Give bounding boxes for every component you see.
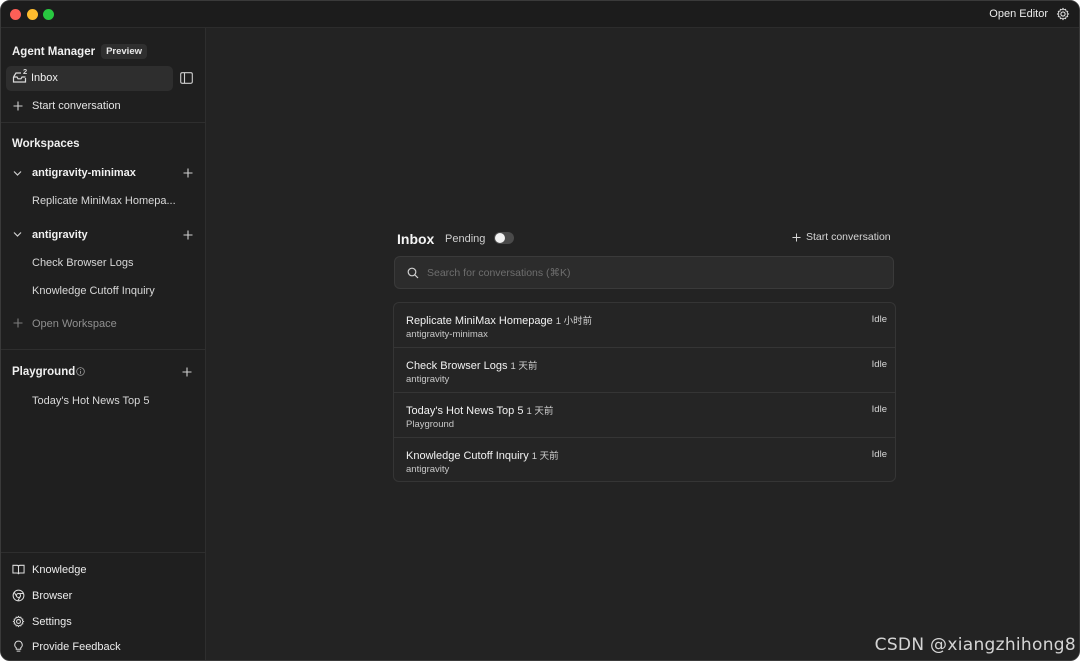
- sidebar-header: Agent Manager Preview: [12, 44, 147, 59]
- conversation-title: Check Browser Logs: [406, 360, 508, 372]
- playground-item[interactable]: Today's Hot News Top 5: [32, 395, 184, 407]
- add-conversation-icon[interactable]: [183, 168, 193, 178]
- conversation-time: 1 天前: [526, 406, 554, 417]
- page-title: Inbox: [397, 231, 435, 247]
- conversation-row[interactable]: Knowledge Cutoff Inquiry 1 天前 antigravity…: [394, 438, 895, 481]
- sidebar-conversation-item[interactable]: Replicate MiniMax Homepa...: [32, 195, 184, 207]
- status-badge: Idle: [871, 359, 887, 370]
- conversation-row[interactable]: Replicate MiniMax Homepage 1 小时前 antigrav…: [394, 303, 895, 348]
- preview-badge: Preview: [101, 44, 147, 59]
- workspace-name[interactable]: antigravity: [32, 229, 88, 241]
- sidebar-item-inbox[interactable]: 2 Inbox: [6, 66, 173, 91]
- open-workspace-link[interactable]: Open Workspace: [32, 318, 117, 330]
- search-bar[interactable]: [394, 256, 894, 289]
- sidebar: Agent Manager Preview 2 Inbox Start conv…: [1, 28, 206, 660]
- sidebar-item-label: Knowledge: [32, 563, 87, 576]
- sidebar-item-feedback[interactable]: Provide Feedback: [12, 640, 121, 653]
- chevron-down-icon[interactable]: [13, 169, 22, 178]
- conversation-row[interactable]: Today's Hot News Top 51 天前 Playground Id…: [394, 393, 895, 438]
- start-conversation-label: Start conversation: [806, 231, 891, 243]
- conversation-title-line: Knowledge Cutoff Inquiry 1 天前: [406, 448, 559, 462]
- sidebar-item-knowledge[interactable]: Knowledge: [12, 563, 86, 576]
- minimize-window-button[interactable]: [27, 9, 38, 20]
- plus-icon: [13, 318, 23, 328]
- pending-toggle[interactable]: [494, 232, 514, 244]
- conversation-time: 1 天前: [531, 451, 559, 462]
- start-conversation-link[interactable]: Start conversation: [32, 100, 121, 112]
- divider: [1, 122, 205, 123]
- lightbulb-icon: [14, 640, 23, 652]
- add-playground-icon[interactable]: [182, 367, 192, 377]
- sidebar-item-settings[interactable]: Settings: [12, 615, 72, 628]
- info-icon[interactable]: [76, 367, 85, 376]
- sidebar-item-label: Provide Feedback: [32, 640, 121, 653]
- close-window-button[interactable]: [10, 9, 21, 20]
- status-badge: Idle: [871, 314, 887, 325]
- open-editor-button[interactable]: Open Editor: [989, 8, 1048, 20]
- book-icon: [12, 564, 25, 575]
- sidebar-item-browser[interactable]: Browser: [12, 589, 72, 602]
- sidebar-item-label: Inbox: [31, 72, 58, 84]
- conversation-title-line: Check Browser Logs 1 天前: [406, 358, 537, 372]
- search-input[interactable]: [427, 265, 867, 281]
- sidebar-item-label: Settings: [32, 615, 72, 628]
- pending-label: Pending: [445, 233, 486, 245]
- conversation-time: 1 小时前: [555, 316, 593, 327]
- conversation-title-line: Replicate MiniMax Homepage 1 小时前: [406, 313, 592, 327]
- sidebar-toggle-icon[interactable]: [180, 72, 193, 84]
- watermark: CSDN @xiangzhihong8: [874, 635, 1076, 655]
- conversation-row[interactable]: Check Browser Logs 1 天前 antigravity Idle: [394, 348, 895, 393]
- app-window: Open Editor Agent Manager Preview 2 Inbo…: [0, 0, 1080, 661]
- workspaces-heading: Workspaces: [12, 138, 80, 150]
- conversation-workspace: antigravity-minimax: [406, 329, 488, 340]
- toggle-knob: [495, 233, 505, 243]
- inbox-count-badge: 2: [23, 67, 28, 76]
- workspace-name[interactable]: antigravity-minimax: [32, 167, 136, 179]
- main-panel: Inbox Pending Start conversation Replica…: [206, 28, 1079, 660]
- conversation-title: Knowledge Cutoff Inquiry: [406, 450, 529, 462]
- add-conversation-icon[interactable]: [183, 230, 193, 240]
- status-badge: Idle: [871, 449, 887, 460]
- maximize-window-button[interactable]: [43, 9, 54, 20]
- conversation-title-line: Today's Hot News Top 51 天前: [406, 403, 553, 417]
- conversation-title: Replicate MiniMax Homepage: [406, 315, 553, 327]
- conversation-workspace: antigravity: [406, 374, 450, 385]
- conversation-workspace: Playground: [406, 419, 455, 430]
- conversation-list: Replicate MiniMax Homepage 1 小时前 antigrav…: [393, 302, 896, 482]
- conversation-title: Today's Hot News Top 5: [406, 405, 524, 417]
- sidebar-item-label: Browser: [32, 589, 73, 602]
- start-conversation-button[interactable]: Start conversation: [792, 231, 891, 243]
- sidebar-conversation-item[interactable]: Knowledge Cutoff Inquiry: [32, 285, 184, 297]
- title-bar: Open Editor: [1, 1, 1079, 28]
- plus-icon: [792, 232, 801, 242]
- divider: [1, 349, 205, 350]
- playground-heading: Playground: [12, 366, 76, 378]
- chevron-down-icon[interactable]: [13, 230, 22, 239]
- conversation-workspace: antigravity: [406, 464, 450, 475]
- chrome-icon: [12, 589, 25, 602]
- plus-icon: [13, 101, 23, 111]
- divider: [1, 552, 205, 553]
- sidebar-conversation-item[interactable]: Check Browser Logs: [32, 257, 184, 269]
- gear-icon[interactable]: [1056, 7, 1070, 21]
- status-badge: Idle: [871, 404, 887, 415]
- app-title: Agent Manager: [12, 45, 96, 58]
- conversation-time: 1 天前: [510, 361, 538, 372]
- search-icon: [407, 267, 419, 279]
- gear-icon: [12, 615, 25, 628]
